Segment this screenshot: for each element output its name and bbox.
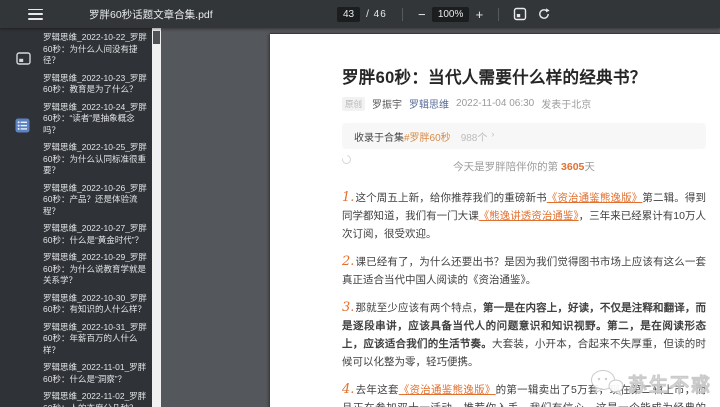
collection-bar[interactable]: 收录于合集 #罗胖60秒 988个 › <box>342 123 706 149</box>
pdf-page: 罗胖60秒：当代人需要什么样的经典书？ 原创 罗振宇 罗辑思维 2022-11-… <box>270 34 720 407</box>
zoom-level-input[interactable]: 100% <box>431 6 470 22</box>
article-content: 罗胖60秒：当代人需要什么样的经典书？ 原创 罗振宇 罗辑思维 2022-11-… <box>340 64 706 407</box>
inline-link[interactable]: 《资治通鉴熊逸版》 <box>547 192 643 204</box>
page-number-input[interactable]: 43 <box>337 6 361 22</box>
toolbar-divider <box>498 7 500 21</box>
paragraph-text: 去年这套 <box>355 384 399 396</box>
outline-item[interactable]: 罗辑思维_2022-10-23_罗胖60秒：教育是为了什么？ <box>43 73 149 96</box>
pdf-viewer-app: 罗胖60秒话题文章合集.pdf 43 / 46 − 100% + 罗辑思维_20… <box>0 0 720 407</box>
paragraph-number: 1. <box>342 190 355 205</box>
outline-item[interactable]: 罗辑思维_2022-10-30_罗胖60秒：有知识的人什么样？ <box>43 293 149 316</box>
thumbnails-icon[interactable] <box>16 52 31 70</box>
day-counter: 今天是罗胖陪伴你的第 3605天 <box>342 159 706 174</box>
outline-item[interactable]: 罗辑思维_2022-10-31_罗胖60秒：年薪百万的人什么样？ <box>43 322 149 357</box>
outline-item[interactable]: 罗辑思维_2022-11-02_罗胖60秒：人的态度分几种？ <box>43 391 149 407</box>
page-total-label: / 46 <box>366 8 387 20</box>
viewer-area[interactable]: 罗胖60秒：当代人需要什么样的经典书？ 原创 罗振宇 罗辑思维 2022-11-… <box>161 28 720 407</box>
sidebar-scrollbar[interactable] <box>152 28 161 407</box>
inline-link[interactable]: 《熊逸讲透资治通鉴》 <box>479 210 579 222</box>
paragraph-text: 这个周五上新，给你推荐我们的重磅新书 <box>355 192 547 204</box>
paragraph: 3.那就至少应该有两个特点，第一是在内容上，好读，不仅是注释和翻译，而是逐段串讲… <box>342 299 706 371</box>
outline-list: 罗辑思维_2022-10-22_罗胖60秒：为什么人间没有捷径？ 罗辑思维_202… <box>43 32 149 407</box>
outline-item[interactable]: 罗辑思维_2022-10-27_罗胖60秒：什么是“黄金时代”？ <box>43 223 149 246</box>
paragraph: 4.去年这套《资治通鉴熊逸版》的第一辑卖出了5万套，现在第二辑上市，而且正在参加… <box>342 381 706 407</box>
day-counter-suffix: 天 <box>584 161 595 173</box>
article-paragraphs: 1.这个周五上新，给你推荐我们的重磅新书《资治通鉴熊逸版》第二辑。得到同学都知道… <box>342 189 706 407</box>
original-badge: 原创 <box>342 96 366 111</box>
article-title: 罗胖60秒：当代人需要什么样的经典书？ <box>342 69 647 87</box>
document-filename: 罗胖60秒话题文章合集.pdf <box>89 8 213 21</box>
zoom-out-button[interactable]: − <box>412 7 432 22</box>
toolbar-controls: 43 / 46 − 100% + <box>337 0 556 28</box>
outline-item[interactable]: 罗辑思维_2022-10-29_罗胖60秒：为什么说教育学就是关系学？ <box>43 252 149 287</box>
author-name: 罗振宇 <box>372 100 403 111</box>
collection-tag-link[interactable]: #罗胖60秒 <box>404 129 451 144</box>
day-counter-prefix: 今天是罗胖陪伴你的第 <box>453 161 562 173</box>
collection-count: 988个 <box>460 132 488 144</box>
fit-page-icon[interactable] <box>510 7 530 21</box>
chevron-right-icon: › <box>491 129 495 139</box>
outline-item[interactable]: 罗辑思维_2022-10-24_罗胖60秒：“读者”是抽象概念吗？ <box>43 102 149 137</box>
byline: 原创 罗振宇 罗辑思维 2022-11-04 06:30 发表于北京 <box>342 96 706 111</box>
paragraph: 2.课已经有了，为什么还要出书？是因为我们觉得图书市场上应该有这么一套真正适合当… <box>342 253 706 289</box>
paragraph: 1.这个周五上新，给你推荐我们的重磅新书《资治通鉴熊逸版》第二辑。得到同学都知道… <box>342 189 706 243</box>
publish-datetime: 2022-11-04 06:30 <box>456 98 535 109</box>
paragraph-number: 2. <box>342 254 355 269</box>
paragraph-text: 课已经有了，为什么还要出书？是因为我们觉得图书市场上应该有这么一套真正适合当代中… <box>342 256 706 286</box>
paragraph-number: 4. <box>342 382 355 397</box>
outline-icon[interactable] <box>15 118 30 138</box>
outline-item[interactable]: 罗辑思维_2022-11-01_罗胖60秒：什么是“洞察”？ <box>43 362 149 385</box>
collection-prefix: 收录于合集 <box>354 132 404 144</box>
hamburger-menu-icon[interactable] <box>28 8 43 20</box>
rotate-icon[interactable] <box>534 7 554 21</box>
account-link[interactable]: 罗辑思维 <box>409 96 449 111</box>
outline-item[interactable]: 罗辑思维_2022-10-22_罗胖60秒：为什么人间没有捷径？ <box>43 32 149 67</box>
toolbar-divider <box>401 7 403 21</box>
sidebar: 罗辑思维_2022-10-22_罗胖60秒：为什么人间没有捷径？ 罗辑思维_202… <box>0 28 152 407</box>
scrollbar-thumb[interactable] <box>153 31 160 44</box>
toolbar: 罗胖60秒话题文章合集.pdf 43 / 46 − 100% + <box>0 0 720 28</box>
outline-item[interactable]: 罗辑思维_2022-10-25_罗胖60秒：为什么认同标准很重要？ <box>43 142 149 177</box>
paragraph-number: 3. <box>342 300 355 315</box>
inline-link[interactable]: 《资治通鉴熊逸版》 <box>399 384 496 396</box>
outline-item[interactable]: 罗辑思维_2022-10-26_罗胖60秒：产品？还是体验流程？ <box>43 183 149 218</box>
paragraph-text: 那就至少应该有两个特点， <box>355 302 484 314</box>
zoom-in-button[interactable]: + <box>469 7 489 22</box>
publish-location: 发表于北京 <box>541 100 592 111</box>
day-counter-number: 3605 <box>561 161 585 173</box>
